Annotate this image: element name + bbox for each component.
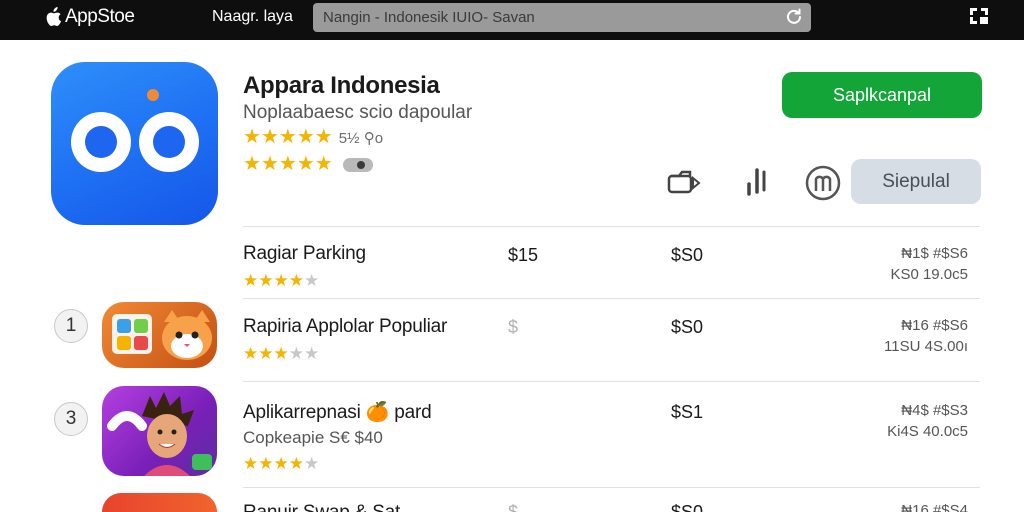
pen-icon[interactable] — [737, 164, 775, 202]
meta-line-2: KS0 19.0c5 — [890, 266, 968, 283]
row-rating: ★★★★★ — [243, 272, 319, 291]
store-name: AppStoe — [65, 6, 135, 27]
star-icon: ★ — [296, 153, 315, 175]
search-bar[interactable]: Nangin - Indonesik IUIO- Savan — [313, 3, 811, 32]
refresh-icon[interactable] — [785, 8, 803, 26]
star-set: ★★★★★ — [243, 272, 319, 291]
orange-dot — [147, 89, 159, 101]
star-icon: ★ — [243, 153, 261, 175]
star-icon: ★ — [243, 344, 259, 363]
star-icon: ★ — [243, 126, 261, 148]
region-selector[interactable]: Naagr. laya — [212, 8, 293, 26]
star-icon: ★ — [304, 271, 320, 290]
meta-info: ₦16 #$S6 11SU 4S.00ı — [884, 315, 968, 357]
app-subtitle: Noplaabaesc scio dapoular — [243, 102, 473, 123]
star-icon: ★ — [314, 153, 333, 175]
star-icon: ★ — [273, 344, 289, 363]
star-set: ★★★★★ — [243, 455, 319, 474]
meta-line-2: Ki4S 40.0c5 — [887, 423, 968, 440]
row-rating: ★★★★★ — [243, 345, 319, 364]
cat-game-icon — [112, 310, 212, 360]
meta-line-1: ₦16 #$S4 — [901, 502, 968, 512]
toggle-switch[interactable] — [342, 157, 373, 172]
star-icon: ★ — [243, 454, 259, 473]
star-icon: ★ — [296, 126, 315, 148]
star-icon: ★ — [258, 344, 274, 363]
star-icon: ★ — [278, 153, 297, 175]
star-icon: ★ — [258, 454, 274, 473]
star-icon: ★ — [243, 271, 259, 290]
circle-logo-icon[interactable] — [804, 164, 842, 202]
row-title[interactable]: Rapiria Applolar Populiar — [243, 316, 447, 338]
camera-icon[interactable] — [665, 164, 703, 202]
rank-badge: 3 — [54, 402, 88, 436]
star-icon: ★ — [273, 454, 289, 473]
app-icon[interactable] — [51, 62, 218, 225]
star-icon: ★ — [258, 271, 274, 290]
price-2: $S0 — [671, 317, 704, 337]
meta-line-2: 11SU 4S.00ı — [884, 338, 968, 355]
price-1: $ — [508, 317, 519, 337]
row-title[interactable]: Ranuir Swap & Sat — [243, 502, 400, 512]
price-2: $S0 — [671, 502, 704, 512]
meta-info: ₦1$ #$S6 KS0 19.0c5 — [890, 243, 968, 285]
rank-badge: 1 — [54, 309, 88, 343]
meta-line-1: ₦16 #$S6 — [901, 317, 968, 334]
app-title: Appara Indonesia — [243, 72, 440, 99]
rating-stars-primary: ★★★★★ 5½ ⚲o — [243, 127, 383, 148]
secondary-button[interactable]: Siepulal — [851, 159, 981, 204]
qr-corner-icon[interactable] — [968, 6, 990, 26]
star-icon: ★ — [304, 454, 320, 473]
divider — [243, 226, 980, 227]
rating-stars-secondary: ★★★★★ — [243, 154, 373, 175]
apple-logo-icon — [46, 7, 61, 27]
divider — [243, 298, 980, 299]
girl-portrait-icon — [107, 392, 212, 476]
app-thumbnail[interactable] — [102, 386, 217, 476]
meta-line-1: ₦1$ #$S6 — [901, 245, 968, 262]
row-rating: ★★★★★ — [243, 455, 319, 474]
star-set: ★★★★★ — [243, 154, 333, 175]
app-store-logo[interactable]: AppStoe — [44, 6, 135, 28]
star-icon: ★ — [260, 126, 279, 148]
price-1: $ — [508, 502, 519, 512]
divider — [243, 487, 980, 488]
star-icon: ★ — [288, 454, 304, 473]
get-button[interactable]: Saplkcanpal — [782, 72, 982, 118]
app-thumbnail[interactable] — [102, 302, 217, 368]
star-icon: ★ — [260, 153, 279, 175]
price-2: $S1 — [671, 402, 704, 422]
star-set: ★★★★★ — [243, 127, 333, 148]
star-icon: ★ — [304, 344, 320, 363]
rating-extra: 5½ ⚲o — [338, 129, 384, 147]
divider — [243, 381, 980, 382]
search-input[interactable]: Nangin - Indonesik IUIO- Savan — [323, 9, 535, 26]
star-icon: ★ — [288, 344, 304, 363]
star-icon: ★ — [288, 271, 304, 290]
meta-info: ₦16 #$S4 — [901, 500, 968, 512]
right-eye — [139, 112, 199, 172]
top-bar: AppStoe Naagr. laya Nangin - Indonesik I… — [0, 0, 1024, 40]
price-1: $15 — [508, 245, 539, 265]
row-subtitle: Copkeapie S€ $40 — [243, 428, 383, 447]
star-icon: ★ — [314, 126, 333, 148]
row-title[interactable]: Ragiar Parking — [243, 243, 366, 265]
app-thumbnail[interactable] — [102, 493, 217, 512]
meta-info: ₦4$ #$S3 Ki4S 40.0c5 — [887, 400, 968, 442]
left-eye — [71, 112, 131, 172]
meta-line-1: ₦4$ #$S3 — [901, 402, 968, 419]
star-icon: ★ — [278, 126, 297, 148]
row-title[interactable]: Aplikarrepnasi 🍊 pard — [243, 400, 432, 424]
price-2: $S0 — [671, 245, 704, 265]
star-icon: ★ — [273, 271, 289, 290]
star-set: ★★★★★ — [243, 345, 319, 364]
